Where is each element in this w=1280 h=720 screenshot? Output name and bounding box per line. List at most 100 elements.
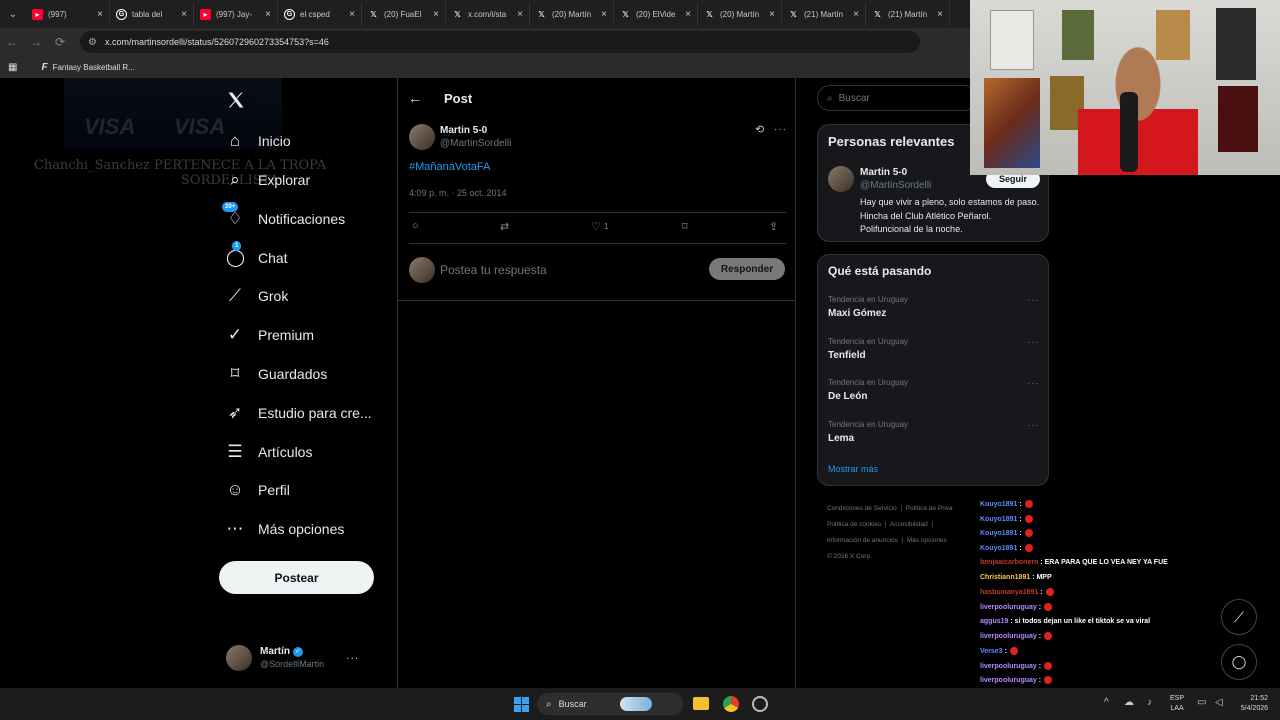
footer-terms[interactable]: Condiciones de Servicio	[827, 505, 897, 512]
sidebar-item-premium[interactable]: ✓ Premium	[226, 321, 314, 349]
tab-close-icon[interactable]: ×	[349, 9, 355, 20]
reply-button[interactable]: Responder	[709, 258, 785, 280]
relevant-title: Personas relevantes	[828, 134, 955, 149]
reload-icon[interactable]: ⟳	[48, 35, 72, 49]
sidebar-item-grok[interactable]: ⟋ Grok	[226, 282, 288, 310]
file-explorer-icon[interactable]	[693, 697, 709, 710]
back-icon[interactable]: ←	[0, 35, 24, 49]
trend-item[interactable]: Tendencia en Uruguay Tenfield ···	[828, 337, 1040, 361]
post-timestamp[interactable]: 4:09 p. m. · 25 oct. 2014	[409, 188, 507, 198]
network-icon[interactable]: ▭	[1197, 697, 1206, 708]
trend-item[interactable]: Tendencia en Uruguay Maxi Gómez ···	[828, 295, 1040, 319]
footer-cookies[interactable]: Política de cookies	[827, 521, 881, 528]
clock[interactable]: 21:52 5/4/2026	[1232, 694, 1268, 714]
browser-tab[interactable]: ▸ (997) ×	[26, 2, 110, 26]
grok-icon[interactable]: ⟲	[755, 123, 764, 136]
account-switcher[interactable]: Martín ✓ @SordelliMartin ···	[226, 641, 386, 675]
tab-close-icon[interactable]: ×	[97, 9, 103, 20]
sidebar-item-inicio[interactable]: ⌂ Inicio	[226, 127, 291, 155]
sidebar-item-label: Guardados	[258, 366, 328, 382]
tab-close-icon[interactable]: ×	[181, 9, 187, 20]
chat-float-button[interactable]: ◯	[1221, 644, 1257, 680]
language-indicator[interactable]: ESP LAA	[1170, 694, 1184, 714]
sidebar-item-artículos[interactable]: ☰ Artículos	[226, 438, 312, 466]
browser-tab[interactable]: 𝕏 (20) Martín ×	[698, 2, 782, 26]
reply-icon[interactable]: ○	[412, 220, 419, 232]
relevant-avatar[interactable]	[828, 166, 854, 192]
browser-tab[interactable]: ▸ (997) Jay- ×	[194, 2, 278, 26]
forward-icon[interactable]: →	[24, 35, 48, 49]
tab-close-icon[interactable]: ×	[433, 9, 439, 20]
sidebar-item-estudio-para-cre[interactable]: ➶ Estudio para cre...	[226, 399, 372, 427]
tab-search-dropdown[interactable]: ⌄	[0, 0, 26, 28]
tab-close-icon[interactable]: ×	[601, 9, 607, 20]
footer-accessibility[interactable]: Accesibilidad	[890, 521, 928, 528]
bookmark-post-icon[interactable]: ⌑	[682, 220, 688, 233]
author-avatar[interactable]	[409, 124, 435, 150]
footer-ads[interactable]: Información de anuncios	[827, 537, 898, 544]
repost-icon[interactable]: ⇄	[500, 220, 509, 233]
microphone-icon[interactable]: ♪	[1147, 697, 1152, 708]
chrome-icon[interactable]	[723, 696, 739, 712]
browser-tab[interactable]: 𝕏 (20) ElVide ×	[614, 2, 698, 26]
url-text: x.com/martinsordelli/status/526072960273…	[104, 37, 329, 47]
trend-more-icon[interactable]: ···	[1027, 420, 1040, 431]
like-button[interactable]: ♡ 1	[591, 220, 608, 233]
site-info-icon[interactable]: ⚙	[88, 37, 97, 48]
share-icon[interactable]: ⇪	[769, 220, 778, 233]
trend-more-icon[interactable]: ···	[1027, 378, 1040, 389]
grok-float-button[interactable]: ⟋	[1221, 599, 1257, 635]
browser-tab[interactable]: 𝕏 (21) Martín ×	[866, 2, 950, 26]
volume-icon[interactable]: ◁	[1215, 697, 1223, 708]
sidebar-item-notificaciones[interactable]: ♢ 20+ Notificaciones	[222, 202, 345, 233]
x-logo-icon[interactable]	[226, 90, 246, 110]
tab-close-icon[interactable]: ×	[853, 9, 859, 20]
browser-tab[interactable]: Gel csped ×	[278, 2, 362, 26]
tray-app-icon[interactable]: ☁	[1124, 697, 1134, 708]
windows-start-icon[interactable]	[514, 697, 529, 712]
chat-message: liverpooluruguay:	[980, 602, 1053, 611]
apps-grid-icon[interactable]: ▦	[8, 62, 17, 73]
sidebar-item-chat[interactable]: ◯ 1 Chat	[226, 241, 288, 272]
trend-item[interactable]: Tendencia en Uruguay Lema ···	[828, 420, 1040, 444]
app-icon[interactable]	[752, 696, 768, 712]
search-box[interactable]: ⌕ Buscar	[817, 85, 977, 111]
browser-tab[interactable]: Gtabla del ×	[110, 2, 194, 26]
show-more-link[interactable]: Mostrar más	[828, 464, 878, 474]
trend-item[interactable]: Tendencia en Uruguay De León ···	[828, 378, 1040, 402]
footer-privacy[interactable]: Política de Priva	[906, 505, 953, 512]
bookmark-item[interactable]: F Fantasy Basketball R...	[41, 62, 134, 73]
taskbar-search[interactable]: ⌕ Buscar	[537, 693, 683, 715]
tab-close-icon[interactable]: ×	[685, 9, 691, 20]
author-handle[interactable]: @MartinSordelli	[440, 137, 511, 150]
taskbar-search-label: Buscar	[558, 699, 587, 709]
tray-chevron-icon[interactable]: ^	[1104, 697, 1109, 708]
browser-tab[interactable]: 𝕏 (21) Martín ×	[782, 2, 866, 26]
back-arrow-icon[interactable]: ←	[408, 90, 422, 106]
url-field[interactable]: ⚙ x.com/martinsordelli/status/5260729602…	[80, 31, 920, 53]
relevant-user[interactable]: Martin 5-0 @MartinSordelli	[860, 166, 931, 192]
sidebar-item-explorar[interactable]: ⌕ Explorar	[226, 166, 310, 194]
tab-close-icon[interactable]: ×	[769, 9, 775, 20]
trend-more-icon[interactable]: ···	[1027, 337, 1040, 348]
tab-close-icon[interactable]: ×	[517, 9, 523, 20]
browser-tab[interactable]: 𝕏 (20) Martín ×	[530, 2, 614, 26]
youtube-icon: ▸	[200, 8, 211, 20]
bell-icon: ♢ 20+	[222, 202, 244, 228]
post-more-icon[interactable]: ···	[774, 124, 787, 135]
author-name[interactable]: Martin 5-0	[440, 124, 511, 137]
tab-close-icon[interactable]: ×	[937, 9, 943, 20]
tab-close-icon[interactable]: ×	[265, 9, 271, 20]
account-more-icon[interactable]: ···	[346, 653, 359, 664]
post-text[interactable]: #MañanaVotaFA	[409, 161, 490, 173]
browser-tab[interactable]: 𝕏x.com/i/sta ×	[446, 2, 530, 26]
reply-input[interactable]	[440, 260, 690, 280]
trend-more-icon[interactable]: ···	[1027, 295, 1040, 306]
browser-tab[interactable]: 𝕏 (20) FuaEl ×	[362, 2, 446, 26]
sidebar-item-perfil[interactable]: ☺ Perfil	[226, 476, 290, 504]
sidebar-item-más-opciones[interactable]: ⋯ Más opciones	[226, 515, 345, 543]
divider	[398, 300, 795, 301]
sidebar-item-guardados[interactable]: ⌑ Guardados	[226, 360, 328, 388]
post-button[interactable]: Postear	[219, 561, 374, 594]
footer-more[interactable]: Más opciones	[907, 537, 947, 544]
